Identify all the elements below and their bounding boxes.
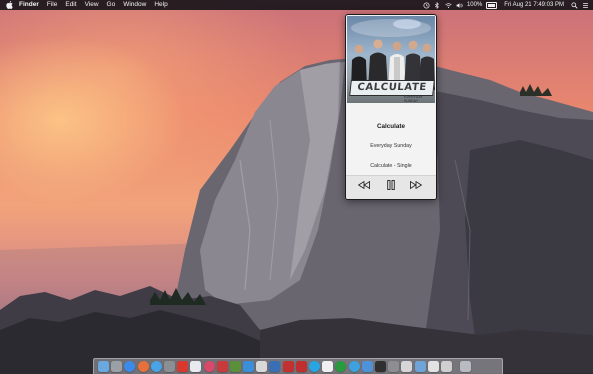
launchpad-icon[interactable] (111, 361, 123, 372)
menu-help[interactable]: Help (154, 0, 167, 10)
safari-icon[interactable] (150, 361, 162, 372)
document-icon[interactable] (427, 361, 439, 372)
spotify-icon[interactable] (335, 361, 347, 372)
folder-icon[interactable] (414, 361, 426, 372)
preview-icon[interactable] (256, 361, 268, 372)
mountain-wallpaper (0, 58, 593, 373)
music-player-widget: CALCULATE EVERYDAY SUNDAY Calculate Ever… (345, 14, 437, 200)
skype-icon[interactable] (309, 361, 320, 372)
menu-finder[interactable]: Finder (19, 0, 39, 10)
photo-icon[interactable] (190, 361, 202, 372)
photo-booth-icon[interactable] (282, 361, 294, 372)
menu-edit[interactable]: Edit (65, 0, 76, 10)
red-app-icon[interactable] (177, 361, 189, 372)
itunes-icon[interactable] (203, 361, 215, 372)
search-icon[interactable] (571, 1, 578, 9)
menu-bar: Finder File Edit View Go Window Help 100… (0, 0, 593, 10)
dock-icons (98, 361, 472, 372)
album-art-artist: EVERYDAY SUNDAY (404, 95, 423, 103)
terminal-icon[interactable] (374, 361, 386, 372)
xcode-icon[interactable] (269, 361, 281, 372)
menu-window[interactable]: Window (123, 0, 146, 10)
track-artist: Everyday Sunday (370, 143, 412, 149)
rewind-icon[interactable] (358, 180, 370, 190)
status-area: 100% Fri Aug 21 7:49:03 PM (423, 0, 589, 10)
mail-icon[interactable] (361, 361, 373, 372)
pause-icon[interactable] (386, 179, 396, 191)
finder-icon[interactable] (98, 361, 109, 372)
trash-icon[interactable] (460, 361, 472, 372)
messages-icon[interactable] (348, 361, 360, 372)
firefox-icon[interactable] (137, 361, 149, 372)
time-machine-icon[interactable] (423, 1, 430, 9)
menu-go[interactable]: Go (107, 0, 116, 10)
app-store-icon[interactable] (243, 361, 255, 372)
wifi-icon[interactable] (445, 2, 452, 9)
battery-icon[interactable] (486, 1, 498, 9)
menu-view[interactable]: View (85, 0, 99, 10)
red-box-icon[interactable] (216, 361, 228, 372)
calendar-grid-icon[interactable] (163, 361, 175, 372)
window-icon[interactable] (401, 361, 413, 372)
track-album: Calculate - Single (370, 163, 412, 169)
battery-percent: 100% (466, 2, 483, 8)
desktop-wallpaper (0, 0, 593, 373)
dock (93, 358, 503, 374)
album-art-title: CALCULATE (349, 80, 435, 96)
pdf-icon[interactable] (295, 361, 307, 372)
album-art: CALCULATE EVERYDAY SUNDAY (347, 16, 435, 103)
volume-icon[interactable] (456, 2, 463, 9)
settings-icon[interactable] (388, 361, 400, 372)
menu-file[interactable]: File (47, 0, 57, 10)
screenshot-icon[interactable] (440, 361, 452, 372)
bluetooth-icon[interactable] (434, 1, 441, 9)
apple-icon[interactable] (5, 1, 13, 9)
minecraft-icon[interactable] (229, 361, 241, 372)
textedit-icon[interactable] (322, 361, 334, 372)
clock[interactable]: Fri Aug 21 7:49:03 PM (504, 0, 564, 10)
fast-forward-icon[interactable] (410, 180, 422, 190)
list-icon[interactable] (582, 2, 589, 9)
chrome-icon[interactable] (124, 361, 136, 372)
track-title: Calculate (377, 123, 405, 130)
